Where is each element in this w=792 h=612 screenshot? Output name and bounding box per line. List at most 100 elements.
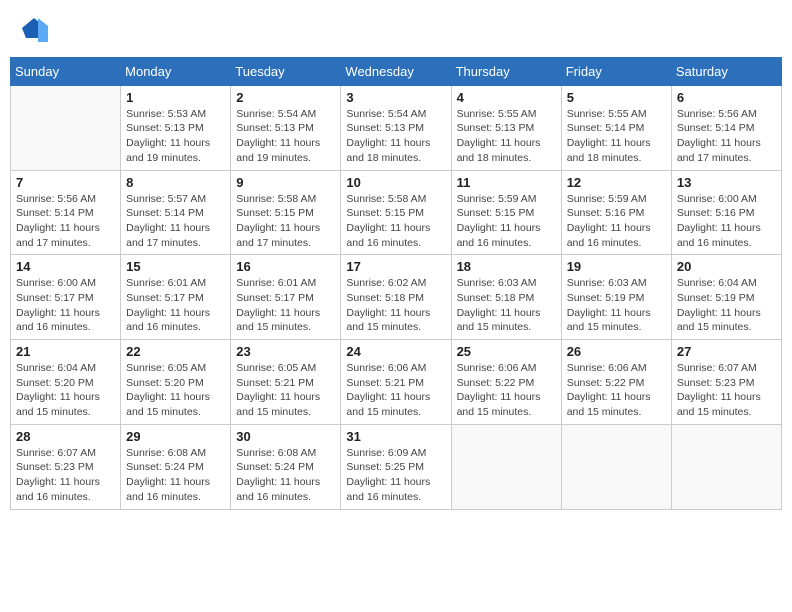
- day-info: Sunrise: 5:56 AMSunset: 5:14 PMDaylight:…: [677, 107, 776, 166]
- day-info: Sunrise: 6:08 AMSunset: 5:24 PMDaylight:…: [236, 446, 335, 505]
- calendar-cell: 3 Sunrise: 5:54 AMSunset: 5:13 PMDaylight…: [341, 85, 451, 170]
- day-number: 18: [457, 259, 556, 274]
- calendar-cell: 7 Sunrise: 5:56 AMSunset: 5:14 PMDaylight…: [11, 170, 121, 255]
- calendar-cell: 31 Sunrise: 6:09 AMSunset: 5:25 PMDayligh…: [341, 424, 451, 509]
- calendar-cell: 2 Sunrise: 5:54 AMSunset: 5:13 PMDaylight…: [231, 85, 341, 170]
- page-header: [10, 10, 782, 51]
- day-header-tuesday: Tuesday: [231, 57, 341, 85]
- day-info: Sunrise: 6:01 AMSunset: 5:17 PMDaylight:…: [126, 276, 225, 335]
- day-number: 20: [677, 259, 776, 274]
- day-number: 31: [346, 429, 445, 444]
- calendar-cell: 30 Sunrise: 6:08 AMSunset: 5:24 PMDayligh…: [231, 424, 341, 509]
- calendar-cell: 8 Sunrise: 5:57 AMSunset: 5:14 PMDaylight…: [121, 170, 231, 255]
- day-info: Sunrise: 5:55 AMSunset: 5:14 PMDaylight:…: [567, 107, 666, 166]
- day-header-thursday: Thursday: [451, 57, 561, 85]
- calendar-week-row: 7 Sunrise: 5:56 AMSunset: 5:14 PMDaylight…: [11, 170, 782, 255]
- day-info: Sunrise: 6:04 AMSunset: 5:20 PMDaylight:…: [16, 361, 115, 420]
- day-number: 2: [236, 90, 335, 105]
- calendar-week-row: 28 Sunrise: 6:07 AMSunset: 5:23 PMDayligh…: [11, 424, 782, 509]
- calendar-cell: 22 Sunrise: 6:05 AMSunset: 5:20 PMDayligh…: [121, 340, 231, 425]
- calendar-cell: 25 Sunrise: 6:06 AMSunset: 5:22 PMDayligh…: [451, 340, 561, 425]
- day-info: Sunrise: 6:09 AMSunset: 5:25 PMDaylight:…: [346, 446, 445, 505]
- day-info: Sunrise: 6:07 AMSunset: 5:23 PMDaylight:…: [16, 446, 115, 505]
- day-number: 6: [677, 90, 776, 105]
- day-number: 27: [677, 344, 776, 359]
- day-info: Sunrise: 6:05 AMSunset: 5:20 PMDaylight:…: [126, 361, 225, 420]
- day-header-monday: Monday: [121, 57, 231, 85]
- calendar-cell: 6 Sunrise: 5:56 AMSunset: 5:14 PMDaylight…: [671, 85, 781, 170]
- day-number: 10: [346, 175, 445, 190]
- calendar-cell: 11 Sunrise: 5:59 AMSunset: 5:15 PMDayligh…: [451, 170, 561, 255]
- day-header-sunday: Sunday: [11, 57, 121, 85]
- calendar-cell: 4Sunrise: 5:55 AMSunset: 5:13 PMDaylight…: [451, 85, 561, 170]
- day-header-friday: Friday: [561, 57, 671, 85]
- calendar-cell: 24 Sunrise: 6:06 AMSunset: 5:21 PMDayligh…: [341, 340, 451, 425]
- day-info: Sunrise: 5:57 AMSunset: 5:14 PMDaylight:…: [126, 192, 225, 251]
- day-number: 3: [346, 90, 445, 105]
- day-info: Sunrise: 6:01 AMSunset: 5:17 PMDaylight:…: [236, 276, 335, 335]
- day-info: Sunrise: 6:00 AMSunset: 5:17 PMDaylight:…: [16, 276, 115, 335]
- calendar-cell: [671, 424, 781, 509]
- calendar-cell: 1 Sunrise: 5:53 AMSunset: 5:13 PMDaylight…: [121, 85, 231, 170]
- calendar-cell: 21 Sunrise: 6:04 AMSunset: 5:20 PMDayligh…: [11, 340, 121, 425]
- calendar-week-row: 21 Sunrise: 6:04 AMSunset: 5:20 PMDayligh…: [11, 340, 782, 425]
- logo: [18, 14, 48, 47]
- calendar-cell: 17 Sunrise: 6:02 AMSunset: 5:18 PMDayligh…: [341, 255, 451, 340]
- day-number: 14: [16, 259, 115, 274]
- day-number: 1: [126, 90, 225, 105]
- calendar-cell: 5 Sunrise: 5:55 AMSunset: 5:14 PMDaylight…: [561, 85, 671, 170]
- day-number: 30: [236, 429, 335, 444]
- day-number: 28: [16, 429, 115, 444]
- day-info: Sunrise: 6:06 AMSunset: 5:22 PMDaylight:…: [567, 361, 666, 420]
- logo-icon: [20, 14, 48, 42]
- day-number: 22: [126, 344, 225, 359]
- calendar-cell: 19Sunrise: 6:03 AMSunset: 5:19 PMDayligh…: [561, 255, 671, 340]
- day-info: Sunrise: 6:00 AMSunset: 5:16 PMDaylight:…: [677, 192, 776, 251]
- day-number: 24: [346, 344, 445, 359]
- calendar-table: SundayMondayTuesdayWednesdayThursdayFrid…: [10, 57, 782, 510]
- day-number: 25: [457, 344, 556, 359]
- day-number: 21: [16, 344, 115, 359]
- calendar-cell: [451, 424, 561, 509]
- day-number: 15: [126, 259, 225, 274]
- calendar-cell: 27 Sunrise: 6:07 AMSunset: 5:23 PMDayligh…: [671, 340, 781, 425]
- calendar-cell: 12 Sunrise: 5:59 AMSunset: 5:16 PMDayligh…: [561, 170, 671, 255]
- day-header-wednesday: Wednesday: [341, 57, 451, 85]
- calendar-cell: [561, 424, 671, 509]
- day-info: Sunrise: 5:53 AMSunset: 5:13 PMDaylight:…: [126, 107, 225, 166]
- day-info: Sunrise: 5:54 AMSunset: 5:13 PMDaylight:…: [236, 107, 335, 166]
- day-info: Sunrise: 5:54 AMSunset: 5:13 PMDaylight:…: [346, 107, 445, 166]
- calendar-cell: 16 Sunrise: 6:01 AMSunset: 5:17 PMDayligh…: [231, 255, 341, 340]
- day-info: Sunrise: 6:02 AMSunset: 5:18 PMDaylight:…: [346, 276, 445, 335]
- calendar-cell: 23Sunrise: 6:05 AMSunset: 5:21 PMDayligh…: [231, 340, 341, 425]
- calendar-cell: 15 Sunrise: 6:01 AMSunset: 5:17 PMDayligh…: [121, 255, 231, 340]
- calendar-cell: 13 Sunrise: 6:00 AMSunset: 5:16 PMDayligh…: [671, 170, 781, 255]
- day-number: 5: [567, 90, 666, 105]
- calendar-header-row: SundayMondayTuesdayWednesdayThursdayFrid…: [11, 57, 782, 85]
- day-info: Sunrise: 5:59 AMSunset: 5:15 PMDaylight:…: [457, 192, 556, 251]
- calendar-cell: 29Sunrise: 6:08 AMSunset: 5:24 PMDayligh…: [121, 424, 231, 509]
- day-info: Sunrise: 6:07 AMSunset: 5:23 PMDaylight:…: [677, 361, 776, 420]
- day-number: 16: [236, 259, 335, 274]
- calendar-cell: 26 Sunrise: 6:06 AMSunset: 5:22 PMDayligh…: [561, 340, 671, 425]
- day-info: Sunrise: 6:06 AMSunset: 5:21 PMDaylight:…: [346, 361, 445, 420]
- day-info: Sunrise: 5:55 AMSunset: 5:13 PMDaylight:…: [457, 107, 556, 166]
- day-info: Sunrise: 6:06 AMSunset: 5:22 PMDaylight:…: [457, 361, 556, 420]
- day-number: 11: [457, 175, 556, 190]
- day-info: Sunrise: 5:56 AMSunset: 5:14 PMDaylight:…: [16, 192, 115, 251]
- day-number: 19: [567, 259, 666, 274]
- calendar-cell: 14 Sunrise: 6:00 AMSunset: 5:17 PMDayligh…: [11, 255, 121, 340]
- day-info: Sunrise: 6:04 AMSunset: 5:19 PMDaylight:…: [677, 276, 776, 335]
- day-info: Sunrise: 6:08 AMSunset: 5:24 PMDaylight:…: [126, 446, 225, 505]
- day-number: 12: [567, 175, 666, 190]
- day-number: 8: [126, 175, 225, 190]
- day-info: Sunrise: 5:58 AMSunset: 5:15 PMDaylight:…: [346, 192, 445, 251]
- calendar-week-row: 1 Sunrise: 5:53 AMSunset: 5:13 PMDaylight…: [11, 85, 782, 170]
- day-number: 17: [346, 259, 445, 274]
- day-number: 13: [677, 175, 776, 190]
- day-number: 7: [16, 175, 115, 190]
- calendar-week-row: 14 Sunrise: 6:00 AMSunset: 5:17 PMDayligh…: [11, 255, 782, 340]
- day-info: Sunrise: 5:59 AMSunset: 5:16 PMDaylight:…: [567, 192, 666, 251]
- day-number: 26: [567, 344, 666, 359]
- day-info: Sunrise: 6:05 AMSunset: 5:21 PMDaylight:…: [236, 361, 335, 420]
